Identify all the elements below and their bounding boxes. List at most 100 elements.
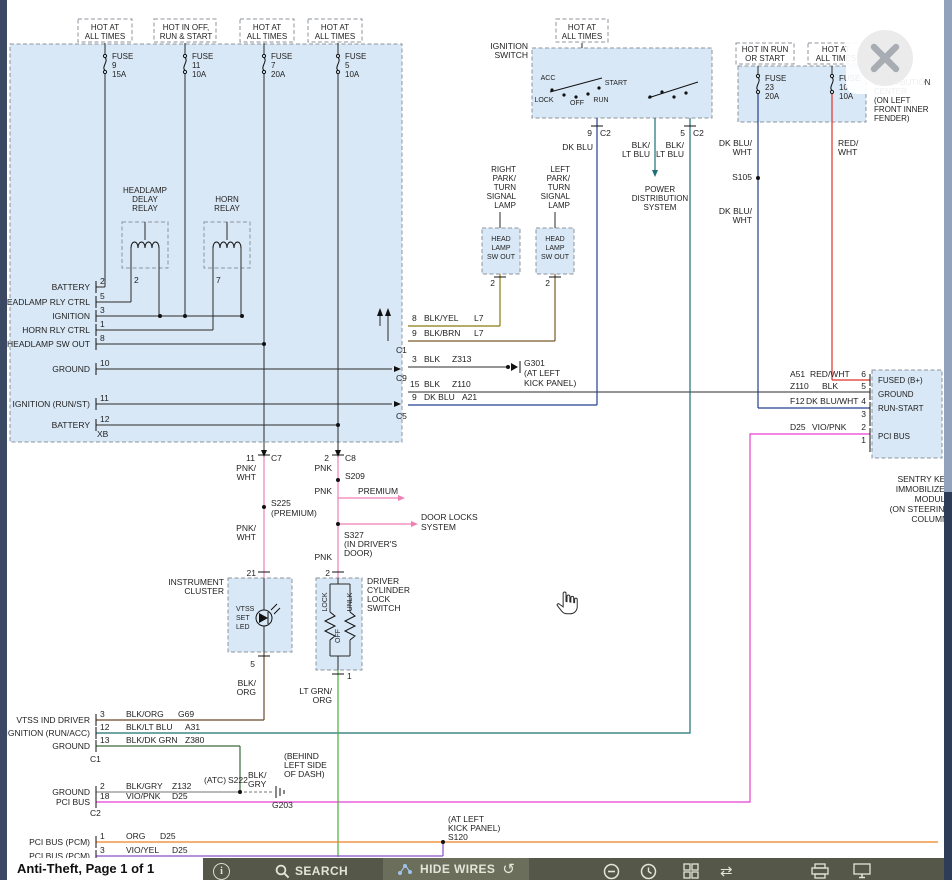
ground-label: (AT LEFT bbox=[524, 368, 560, 378]
wire-label: GRY bbox=[248, 779, 267, 789]
search-button[interactable]: SEARCH bbox=[275, 861, 348, 880]
close-button[interactable] bbox=[846, 22, 924, 94]
pin-number: 7 bbox=[216, 275, 221, 285]
wire-label: LT BLU bbox=[622, 149, 650, 159]
feed-label: RUN & START bbox=[160, 32, 213, 41]
monitor-icon bbox=[853, 863, 871, 879]
feed-label: HOT AT bbox=[321, 23, 349, 32]
info-icon: i bbox=[213, 863, 230, 880]
pin-number: 3 bbox=[861, 409, 866, 419]
cursor-hand-icon bbox=[557, 592, 577, 614]
module-name: IMMOBILIZER bbox=[896, 484, 951, 494]
zoom-out-icon bbox=[603, 863, 620, 880]
wire-code: A31 bbox=[185, 722, 200, 732]
lamp-label: LAMP bbox=[548, 201, 570, 210]
wire-label: VIO/YEL bbox=[126, 845, 159, 855]
wire-label: ORG bbox=[313, 695, 332, 705]
search-icon bbox=[275, 864, 290, 879]
wire-code: L7 bbox=[474, 313, 484, 323]
module-pin-function: GROUND bbox=[878, 390, 914, 399]
system-link-label: SYSTEM bbox=[421, 522, 456, 532]
wire-blk-dk-grn bbox=[96, 746, 240, 792]
wire-label: WHT bbox=[237, 532, 256, 542]
pin-number: 12 bbox=[100, 722, 110, 732]
feed-label: ALL TIMES bbox=[562, 32, 602, 41]
undo-icon: ↺ bbox=[502, 862, 515, 877]
lamp-label: PARK/ bbox=[493, 174, 517, 183]
pin-number: 5 bbox=[861, 381, 866, 391]
wire-vio-pnk bbox=[96, 434, 870, 802]
wire-label: BLK bbox=[822, 381, 838, 391]
hide-wires-button[interactable]: HIDE WIRES ↺ bbox=[383, 858, 529, 880]
zoom-button[interactable] bbox=[603, 861, 620, 880]
connector-label: C1 bbox=[396, 345, 407, 355]
relay-label: RELAY bbox=[214, 204, 240, 213]
window-left-edge bbox=[0, 0, 7, 880]
pds-label: SYSTEM bbox=[644, 203, 677, 212]
fuse-label: 10A bbox=[192, 70, 207, 79]
conn-row-label: PCI BUS (PCM) bbox=[29, 851, 90, 858]
ignition-switch-label: SWITCH bbox=[494, 50, 528, 60]
location-note: OF DASH) bbox=[284, 769, 325, 779]
pin-number: 8 bbox=[100, 333, 105, 343]
print-button[interactable] bbox=[811, 861, 829, 880]
relay-label: HEADLAMP bbox=[123, 186, 167, 195]
conn-row-label: GROUND bbox=[52, 741, 90, 751]
module-name: (ON STEERING bbox=[890, 504, 951, 514]
lock-switch-label: SWITCH bbox=[367, 603, 401, 613]
connector-label: C9 bbox=[396, 373, 407, 383]
display-button[interactable] bbox=[853, 861, 871, 880]
pdc-label: FENDER) bbox=[874, 114, 910, 123]
switch-position: START bbox=[605, 80, 628, 87]
module-pin-function: RUN-START bbox=[878, 404, 924, 413]
info-button[interactable]: i bbox=[213, 861, 230, 880]
feed-label: HOT AT bbox=[568, 23, 596, 32]
wire-label: VIO/PNK bbox=[126, 791, 161, 801]
relay-label: HORN bbox=[215, 195, 239, 204]
conn-row-label: GROUND bbox=[52, 787, 90, 797]
feed-label: HOT AT bbox=[91, 23, 119, 32]
wire-label: WHT bbox=[838, 147, 857, 157]
grid-button[interactable] bbox=[683, 861, 699, 880]
fuse-label: FUSE bbox=[192, 52, 213, 61]
swap-button[interactable]: ⇄ bbox=[720, 861, 733, 880]
wire-label: BLK/DK GRN bbox=[126, 735, 178, 745]
conn-row-label: GROUND bbox=[52, 364, 90, 374]
fuse-label: FUSE bbox=[765, 74, 786, 83]
hide-wires-label: HIDE WIRES bbox=[420, 862, 495, 876]
pin-number: 5 bbox=[250, 659, 255, 669]
conn-row-label: PCI BUS bbox=[56, 797, 90, 807]
pin-number: 15 bbox=[410, 379, 420, 389]
wire-code: A51 bbox=[790, 369, 805, 379]
scrollbar-thumb[interactable] bbox=[944, 0, 952, 492]
wire-label: WHT bbox=[733, 147, 752, 157]
pds-label: DISTRIBUTION bbox=[632, 194, 689, 203]
wire-label: BLK/YEL bbox=[424, 313, 459, 323]
fuse-label: 11 bbox=[192, 61, 201, 70]
conn-row-label: IGNITION (RUN/ST) bbox=[13, 399, 91, 409]
conn-row-label: HORN RLY CTRL bbox=[22, 325, 90, 335]
connector-label: C2 bbox=[600, 128, 611, 138]
conn-row-label: IGNITION (RUN/ACC) bbox=[5, 728, 90, 738]
pin-number: 18 bbox=[100, 791, 110, 801]
conn-row-label: BATTERY bbox=[52, 282, 91, 292]
vtss-led-label: LED bbox=[236, 624, 250, 631]
wire-label: DK BLU/WHT bbox=[806, 396, 858, 406]
wire-code: Z132 bbox=[172, 781, 192, 791]
wire-label: ORG bbox=[237, 687, 256, 697]
connector-label: C7 bbox=[271, 453, 282, 463]
ground-label: KICK PANEL) bbox=[524, 378, 576, 388]
pin-number: 3 bbox=[100, 845, 105, 855]
pin-number: 9 bbox=[412, 328, 417, 338]
lamp-label: RIGHT bbox=[491, 165, 516, 174]
swap-icon: ⇄ bbox=[720, 864, 733, 879]
page-indicator: Anti-Theft, Page 1 of 1 bbox=[7, 858, 203, 880]
wire-label: PNK bbox=[315, 486, 333, 496]
wire-label: BLK/LT BLU bbox=[126, 722, 172, 732]
cluster-label: CLUSTER bbox=[184, 586, 224, 596]
fuse-label: 9 bbox=[112, 61, 117, 70]
vtss-led-label: VTSS bbox=[236, 606, 255, 613]
splice-note: DOOR) bbox=[344, 548, 373, 558]
feed-label: HOT IN RUN bbox=[742, 45, 789, 54]
history-button[interactable] bbox=[640, 861, 657, 880]
